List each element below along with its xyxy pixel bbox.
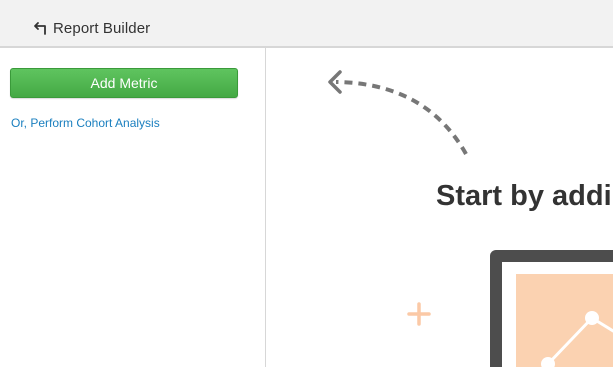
add-metric-button[interactable]: Add Metric [10,68,238,98]
top-bar: Report Builder [0,0,613,48]
cohort-analysis-link[interactable]: Or, Perform Cohort Analysis [11,116,160,130]
plus-icon [407,302,431,326]
main-canvas: Start by addi [266,48,613,367]
page-title: Report Builder [53,19,151,37]
chart-monitor-illustration [407,250,613,367]
sidebar: Add Metric Or, Perform Cohort Analysis [0,48,266,367]
back-to-report-builder-link[interactable]: Report Builder [33,18,150,38]
back-arrow-icon [33,21,49,35]
